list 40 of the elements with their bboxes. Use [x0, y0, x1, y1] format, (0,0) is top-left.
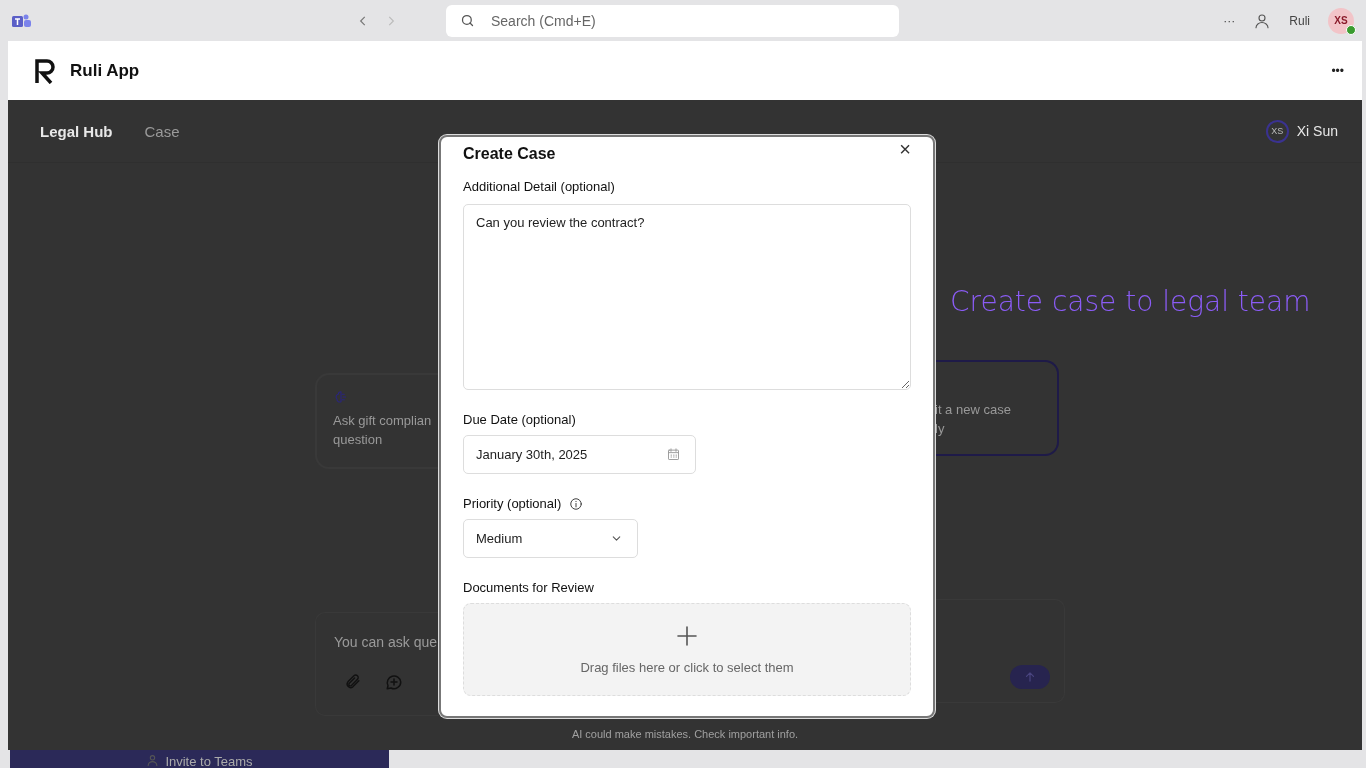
user-avatar: XS: [1265, 119, 1289, 143]
chat-plus-icon: [385, 673, 403, 691]
user-avatar[interactable]: XS: [1328, 7, 1354, 34]
person-add-icon: [146, 754, 160, 767]
nav-tab[interactable]: Case: [144, 122, 180, 140]
card-text: question: [333, 431, 384, 449]
annotation-text: Create case to legal team: [950, 285, 1311, 318]
invite-button[interactable]: Invite to Teams: [10, 750, 389, 768]
priority-select[interactable]: Medium: [463, 519, 638, 558]
more-button[interactable]: ···: [1223, 13, 1236, 28]
field-label: Additional Detail (optional): [463, 179, 616, 194]
arrow-up-icon: [1023, 670, 1037, 684]
close-button[interactable]: ×: [899, 141, 911, 157]
search-icon: [460, 13, 475, 28]
more-button[interactable]: •••: [1331, 63, 1344, 78]
label-text: Priority (optional): [463, 496, 562, 511]
info-icon: [569, 496, 584, 511]
user-name: Xi Sun: [1296, 123, 1338, 139]
user-name: Ruli: [1289, 13, 1310, 28]
app-title: Ruli App: [70, 60, 140, 81]
field-label: Due Date (optional): [463, 412, 577, 427]
calendar-icon: [666, 447, 681, 462]
detail-textarea[interactable]: Can you review the contract?: [463, 204, 911, 390]
plus-icon: [675, 624, 699, 648]
search-bar[interactable]: Search (Cmd+E): [446, 4, 899, 37]
disclaimer-text: AI could make mistakes. Check important info.: [570, 728, 800, 740]
card-text: ly: [935, 420, 946, 438]
app-logo-icon: [34, 57, 58, 84]
dialog-title: Create Case: [463, 145, 556, 163]
teams-logo-icon[interactable]: [12, 12, 32, 29]
date-field[interactable]: January 30th, 2025: [463, 435, 696, 474]
nav-tab[interactable]: Legal Hub: [40, 122, 113, 140]
search-field[interactable]: Search (Cmd+E): [489, 11, 885, 30]
card-text: it a new case: [935, 401, 1012, 419]
person-icon: [1253, 11, 1272, 30]
file-dropzone[interactable]: Drag files here or click to select them: [463, 603, 911, 696]
field-label: Documents for Review: [463, 580, 595, 595]
paperclip-icon: [344, 673, 361, 690]
card-text: Ask gift complian: [333, 412, 433, 430]
chat-input[interactable]: You can ask que: [332, 633, 450, 651]
